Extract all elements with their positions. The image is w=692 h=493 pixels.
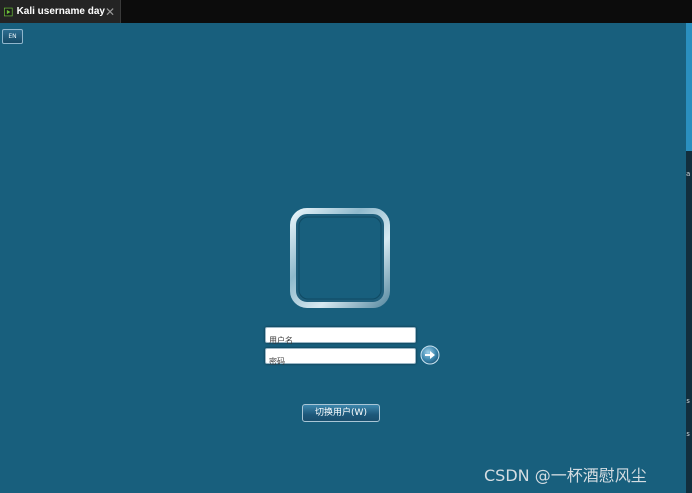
switch-user-button[interactable]: 切换用户(W) — [302, 404, 380, 422]
username-input[interactable] — [266, 333, 415, 348]
arrow-right-icon[interactable] — [420, 345, 440, 365]
watermark-text: CSDN @一杯酒慰风尘 — [484, 466, 647, 485]
password-field[interactable] — [265, 348, 416, 369]
tab-kali[interactable]: Kali username day ✕ — [0, 0, 121, 23]
tab-bar: Kali username day ✕ — [0, 0, 692, 23]
edge-char: s — [686, 430, 691, 438]
edge-char: a — [686, 170, 691, 178]
language-button[interactable]: EN — [2, 29, 23, 44]
close-icon[interactable]: ✕ — [105, 6, 115, 18]
right-scroll-edge — [686, 23, 692, 493]
edge-char: s — [686, 397, 691, 405]
password-input[interactable] — [266, 354, 415, 369]
edge-accent — [686, 23, 692, 151]
username-field[interactable] — [265, 327, 416, 348]
tab-title: Kali username day — [16, 6, 105, 17]
terminal-play-icon — [4, 7, 13, 16]
user-avatar-frame — [290, 208, 390, 308]
